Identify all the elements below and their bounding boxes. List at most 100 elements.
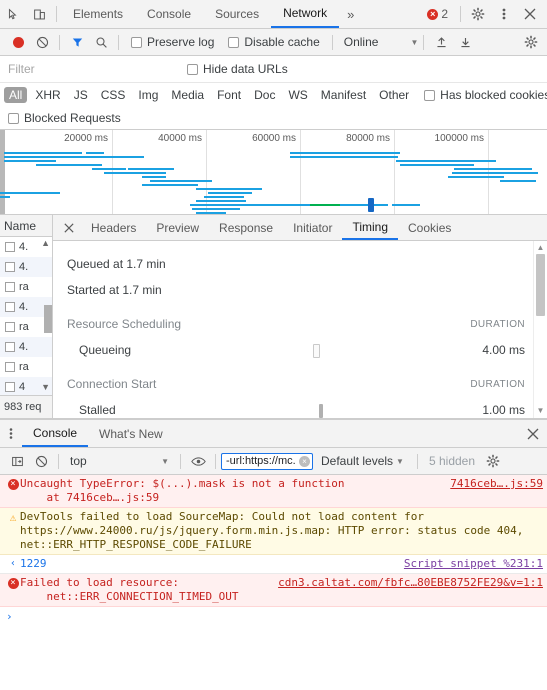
- filter-input[interactable]: [6, 59, 180, 79]
- close-icon[interactable]: [517, 1, 543, 27]
- tab-network[interactable]: Network: [271, 0, 340, 28]
- overview-request-bar: [150, 180, 212, 182]
- upload-har-icon[interactable]: [429, 30, 453, 54]
- row-checkbox[interactable]: [5, 362, 15, 372]
- error-count-badge[interactable]: × 2: [419, 7, 456, 21]
- inspect-cursor-icon[interactable]: [0, 1, 26, 27]
- console-message-error[interactable]: × Uncaught TypeError: $(...).mask is not…: [0, 475, 547, 508]
- console-filter-input[interactable]: -url:https://mc. ×: [221, 452, 313, 470]
- tab-headers[interactable]: Headers: [81, 215, 146, 240]
- drawer-tab-console[interactable]: Console: [22, 420, 89, 447]
- live-expression-eye-icon[interactable]: [186, 449, 210, 473]
- tab-cookies[interactable]: Cookies: [398, 215, 461, 240]
- request-list-rows[interactable]: 4. 4. ra 4. ra 4. ra 4 ▲ ▼: [0, 237, 52, 395]
- close-drawer-icon[interactable]: [519, 420, 547, 447]
- preserve-log-checkbox[interactable]: Preserve log: [124, 35, 221, 49]
- type-chip-all[interactable]: All: [4, 87, 28, 103]
- gear-icon[interactable]: [519, 30, 543, 54]
- row-checkbox[interactable]: [5, 322, 15, 332]
- hide-data-urls-checkbox[interactable]: Hide data URLs: [180, 62, 295, 76]
- type-chip-media[interactable]: Media: [166, 87, 209, 103]
- overview-request-bar: [340, 204, 388, 206]
- row-checkbox[interactable]: [5, 262, 15, 272]
- chevron-up-icon[interactable]: ▲: [41, 238, 50, 248]
- console-message-source-link[interactable]: 7416ceb….js:59: [444, 477, 543, 505]
- console-message-error[interactable]: × Failed to load resource: net::ERR_CONN…: [0, 574, 547, 607]
- timing-row-queueing[interactable]: Queueing 4.00 ms: [67, 337, 547, 363]
- chevron-down-icon[interactable]: ▼: [536, 406, 545, 415]
- tab-response[interactable]: Response: [209, 215, 283, 240]
- type-chip-xhr[interactable]: XHR: [30, 87, 65, 103]
- console-sidebar-icon[interactable]: [5, 449, 29, 473]
- download-har-icon[interactable]: [453, 30, 477, 54]
- tab-initiator[interactable]: Initiator: [283, 215, 342, 240]
- tab-console[interactable]: Console: [135, 0, 203, 28]
- tab-preview[interactable]: Preview: [146, 215, 209, 240]
- console-prompt[interactable]: ›: [0, 607, 547, 626]
- row-checkbox[interactable]: [5, 302, 15, 312]
- timing-duration: 1.00 ms: [482, 403, 525, 417]
- more-tabs-button[interactable]: »: [339, 0, 362, 28]
- chevron-down-icon[interactable]: ▼: [41, 382, 50, 392]
- scrollbar-thumb[interactable]: [44, 305, 52, 333]
- type-chip-other[interactable]: Other: [374, 87, 414, 103]
- execution-context-select[interactable]: top ▼: [64, 454, 175, 468]
- timeline-tick-label: 100000 ms: [434, 133, 484, 144]
- type-chip-js[interactable]: JS: [69, 87, 93, 103]
- console-messages[interactable]: × Uncaught TypeError: $(...).mask is not…: [0, 475, 547, 690]
- console-message-warning[interactable]: ⚠ DevTools failed to load SourceMap: Cou…: [0, 508, 547, 555]
- blocked-requests-checkbox[interactable]: Blocked Requests: [8, 111, 128, 125]
- record-button[interactable]: [6, 30, 30, 54]
- console-message-source-link[interactable]: Script snippet %231:1: [398, 557, 543, 571]
- funnel-filter-icon[interactable]: [65, 30, 89, 54]
- type-chip-css[interactable]: CSS: [96, 87, 131, 103]
- hidden-messages-count[interactable]: 5 hidden: [423, 454, 481, 468]
- throttling-select[interactable]: Online ▼: [338, 35, 419, 49]
- gear-icon[interactable]: [481, 449, 505, 473]
- log-levels-select[interactable]: Default levels ▼: [313, 454, 412, 468]
- chevron-up-icon[interactable]: ▲: [536, 243, 545, 252]
- row-checkbox[interactable]: [5, 342, 15, 352]
- tab-sources[interactable]: Sources: [203, 0, 271, 28]
- clear-icon[interactable]: [30, 30, 54, 54]
- request-list-scrollbar[interactable]: ▲ ▼: [41, 237, 52, 395]
- type-chip-ws[interactable]: WS: [283, 87, 312, 103]
- drawer-tab-whats-new[interactable]: What's New: [88, 420, 174, 447]
- kebab-menu-icon[interactable]: [491, 1, 517, 27]
- network-overview-timeline[interactable]: 20000 ms 40000 ms 60000 ms 80000 ms 1000…: [0, 130, 547, 215]
- overview-selected-request-marker[interactable]: [368, 198, 374, 212]
- scrollbar-thumb[interactable]: [536, 254, 545, 316]
- overview-request-bar: [58, 164, 102, 166]
- console-message-source-link[interactable]: cdn3.caltat.com/fbfc…80EBE8752FE29&v=1:1: [272, 576, 543, 604]
- type-chip-img[interactable]: Img: [133, 87, 163, 103]
- disable-cache-checkbox[interactable]: Disable cache: [221, 35, 326, 49]
- timing-scrollbar[interactable]: ▲ ▼: [533, 241, 547, 418]
- timing-section-header: Connection Start DURATION: [67, 371, 547, 397]
- kebab-menu-icon[interactable]: [0, 420, 22, 447]
- prompt-chevron-icon: ›: [6, 610, 13, 623]
- devtools-tab-bar: Elements Console Sources Network » × 2: [0, 0, 547, 29]
- device-toolbar-icon[interactable]: [26, 1, 52, 27]
- overview-request-bar: [204, 196, 244, 198]
- row-checkbox[interactable]: [5, 282, 15, 292]
- gear-icon[interactable]: [465, 1, 491, 27]
- close-detail-icon[interactable]: [57, 215, 81, 240]
- console-message-result[interactable]: ‹ 1229 Script snippet %231:1: [0, 555, 547, 574]
- row-checkbox[interactable]: [5, 242, 15, 252]
- overview-request-bar: [4, 152, 82, 154]
- request-list-header[interactable]: Name: [0, 215, 52, 237]
- type-chip-manifest[interactable]: Manifest: [316, 87, 371, 103]
- duration-header: DURATION: [470, 318, 525, 330]
- tab-timing[interactable]: Timing: [342, 215, 399, 240]
- has-blocked-cookies-checkbox[interactable]: Has blocked cookies: [417, 88, 547, 102]
- divider: [58, 453, 59, 469]
- type-chip-font[interactable]: Font: [212, 87, 246, 103]
- overview-request-bar: [454, 168, 532, 170]
- search-icon[interactable]: [89, 30, 113, 54]
- timing-row-stalled[interactable]: Stalled 1.00 ms: [67, 397, 547, 418]
- type-chip-doc[interactable]: Doc: [249, 87, 280, 103]
- tab-elements[interactable]: Elements: [61, 0, 135, 28]
- row-checkbox[interactable]: [5, 382, 15, 392]
- clear-input-icon[interactable]: ×: [299, 455, 310, 467]
- clear-console-icon[interactable]: [29, 449, 53, 473]
